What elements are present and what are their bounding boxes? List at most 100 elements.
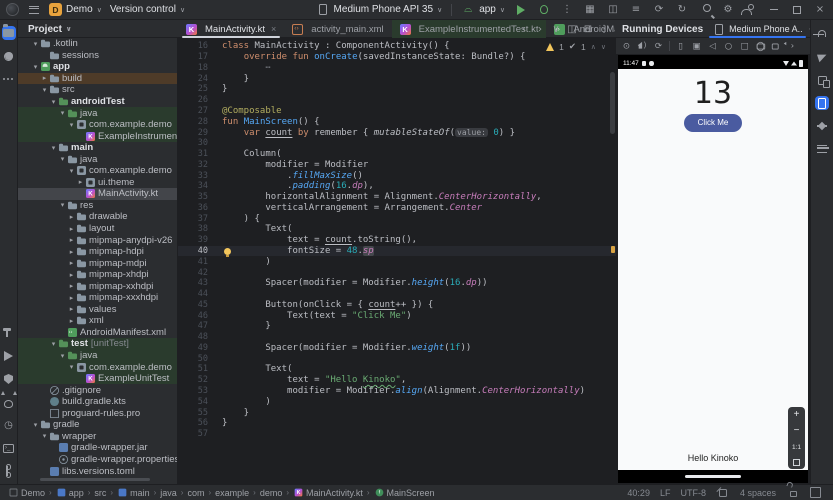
tree-item-mipmap-xhdpi[interactable]: ▸ mipmap-xhdpi — [18, 269, 177, 281]
editor-tab-activity_main.xml[interactable]: activity_main.xml — [284, 20, 391, 38]
breadcrumb-item-com[interactable]: com — [187, 488, 204, 498]
indent-setting[interactable]: 4 spaces — [740, 488, 776, 498]
code-editor[interactable]: 1 ✔ 1 ∧ ∨ 16 class MainActivity : Compone… — [178, 38, 616, 484]
commit-icon[interactable] — [2, 49, 16, 63]
display-mode-icon[interactable]: ▣ — [690, 40, 703, 51]
click-me-button[interactable]: Click Me — [684, 114, 742, 132]
expand-chevron-icon[interactable]: ▸ — [67, 225, 76, 233]
code-line-31[interactable]: 31 Column( — [178, 149, 616, 160]
tree-item-src[interactable]: ▾ src — [18, 84, 177, 96]
code-line-34[interactable]: 34 .padding(16.dp), — [178, 181, 616, 192]
android-nav-bar[interactable] — [618, 470, 808, 483]
expand-chevron-icon[interactable]: ▾ — [49, 340, 58, 348]
minimize-window-icon[interactable] — [767, 3, 781, 17]
project-icon[interactable] — [1, 26, 16, 40]
line-ending[interactable]: LF — [660, 488, 671, 498]
running-devices-icon[interactable] — [815, 96, 829, 110]
breadcrumb-item-MainActivity.kt[interactable]: K MainActivity.kt — [293, 487, 363, 498]
close-window-icon[interactable]: × — [813, 3, 827, 17]
zoom-in-button[interactable]: + — [794, 410, 800, 420]
tree-item-java[interactable]: ▾ java — [18, 349, 177, 362]
tree-item-androidTest[interactable]: ▾ androidTest — [18, 96, 177, 108]
expand-chevron-icon[interactable]: ▾ — [49, 98, 58, 106]
vcs-widget[interactable]: Version control ∨ — [110, 4, 185, 15]
code-line-30[interactable]: 30 — [178, 138, 616, 149]
code-line-43[interactable]: 43 Spacer(modifier = Modifier.height(16.… — [178, 278, 616, 289]
tree-item-main[interactable]: ▾ main — [18, 142, 177, 154]
breadcrumb-item-demo[interactable]: demo — [260, 488, 283, 498]
tree-item-ExampleUnitTest[interactable]: K ExampleUnitTest — [18, 372, 177, 385]
code-line-48[interactable]: 48 — [178, 332, 616, 343]
code-line-50[interactable]: 50 — [178, 353, 616, 364]
tree-item-ExampleInstrumentedTest[interactable]: KExampleInstrumentedTest — [18, 130, 177, 142]
code-line-55[interactable]: 55 } — [178, 407, 616, 418]
code-line-38[interactable]: 38 Text( — [178, 224, 616, 235]
code-line-51[interactable]: 51 Text( — [178, 364, 616, 375]
code-line-46[interactable]: 46 Text(text = "Click Me") — [178, 310, 616, 321]
zoom-fit-icon[interactable] — [793, 458, 800, 466]
tree-item-proguard-rules.pro[interactable]: proguard-rules.pro — [18, 408, 177, 420]
close-tab-icon[interactable]: × — [271, 24, 276, 34]
nav-back-icon[interactable]: ‹ — [517, 22, 531, 36]
code-line-17[interactable]: 17 override fun onCreate(savedInstanceSt… — [178, 52, 616, 63]
tree-item-gradle-wrapper.properties[interactable]: gradle-wrapper.properties — [18, 454, 177, 466]
device-selector[interactable]: Medium Phone API 35 ∨ — [316, 3, 442, 17]
editor-options-icon[interactable]: ⋮ — [597, 22, 611, 36]
tree-item-java[interactable]: ▾ java — [18, 107, 177, 119]
project-widget[interactable]: D Demo ∨ — [49, 3, 102, 16]
search-everywhere-icon[interactable] — [698, 3, 712, 17]
tree-item-sessions[interactable]: sessions — [18, 50, 177, 62]
tree-item-build[interactable]: ▸ build — [18, 72, 177, 85]
expand-chevron-icon[interactable]: ▸ — [67, 271, 76, 279]
tree-item-ui.theme[interactable]: ▸ ui.theme — [18, 177, 177, 189]
expand-chevron-icon[interactable]: ▸ — [40, 74, 49, 82]
edit-mode-icon[interactable] — [716, 486, 730, 500]
maximize-window-icon[interactable] — [790, 3, 804, 17]
device-manager-icon[interactable]: ◫ — [606, 3, 620, 17]
volume-icon[interactable] — [636, 40, 649, 51]
expand-chevron-icon[interactable]: ▸ — [76, 178, 85, 186]
code-line-53[interactable]: 53 modifier = Modifier.align(Alignment.C… — [178, 386, 616, 397]
code-line-27[interactable]: 27 @Composable — [178, 106, 616, 117]
tree-item-mipmap-anydpi-v26[interactable]: ▸ mipmap-anydpi-v26 — [18, 234, 177, 246]
expand-chevron-icon[interactable]: ▸ — [67, 294, 76, 302]
tree-item-drawable[interactable]: ▸ drawable — [18, 211, 177, 223]
fold-device-icon[interactable]: ▯ — [674, 40, 687, 51]
code-line-52[interactable]: 52 text = "Hello Kinoko", — [178, 375, 616, 386]
tree-item-values[interactable]: ▸ values — [18, 304, 177, 316]
expand-chevron-icon[interactable]: ▾ — [40, 86, 49, 94]
code-line-57[interactable]: 57 — [178, 429, 616, 440]
breadcrumb-item-Demo[interactable]: Demo — [8, 487, 45, 498]
account-icon[interactable] — [744, 3, 758, 17]
project-tool-window-header[interactable]: Project ∨ — [18, 20, 178, 38]
terminal-icon[interactable]: ›_ — [2, 441, 16, 455]
layout-settings-icon[interactable] — [810, 487, 821, 498]
detach-editor-icon[interactable]: ⊟ — [581, 22, 595, 36]
split-editor-icon[interactable]: ◫ — [565, 22, 579, 36]
vcs-update-icon[interactable]: ↻ — [675, 3, 689, 17]
back-icon[interactable]: ◁ — [706, 40, 719, 51]
code-line-26[interactable]: 26 — [178, 95, 616, 106]
tree-item-mipmap-xxhdpi[interactable]: ▸ mipmap-xxhdpi — [18, 280, 177, 292]
expand-chevron-icon[interactable]: ▾ — [67, 363, 76, 371]
tree-item-java[interactable]: ▾ java — [18, 153, 177, 165]
tree-item-wrapper[interactable]: ▾ wrapper — [18, 431, 177, 443]
code-line-24[interactable]: 24 } — [178, 73, 616, 84]
code-line-45[interactable]: 45 Button(onClick = { count++ }) { — [178, 299, 616, 310]
expand-chevron-icon[interactable]: ▾ — [49, 144, 58, 152]
screenshot-icon[interactable] — [754, 40, 767, 51]
power-icon[interactable]: ⊙ — [620, 40, 633, 51]
tree-horizontal-scrollbar[interactable] — [40, 478, 150, 481]
build-icon[interactable] — [2, 326, 16, 340]
tree-item-AndroidManifest.xml[interactable]: AndroidManifest.xml — [18, 327, 177, 339]
code-line-28[interactable]: 28 fun MainScreen() { — [178, 116, 616, 127]
screen-record-icon[interactable] — [770, 40, 783, 51]
zoom-out-button[interactable]: − — [794, 426, 800, 436]
expand-chevron-icon[interactable]: ▾ — [67, 167, 76, 175]
tree-item-build.gradle.kts[interactable]: build.gradle.kts — [18, 396, 177, 408]
code-line-56[interactable]: 56} — [178, 418, 616, 429]
debug-button[interactable] — [537, 3, 551, 17]
tree-item-gradle-wrapper.jar[interactable]: gradle-wrapper.jar — [18, 442, 177, 454]
code-line-49[interactable]: 49 Spacer(modifier = Modifier.weight(1f)… — [178, 343, 616, 354]
tree-item-gradle[interactable]: ▾ gradle — [18, 419, 177, 431]
